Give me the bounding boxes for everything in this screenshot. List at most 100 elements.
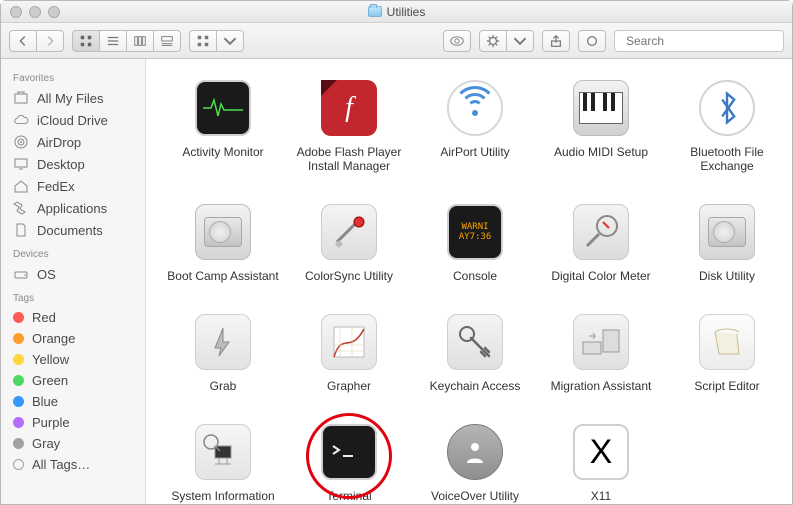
sidebar-header-favorites: Favorites — [1, 65, 145, 87]
tag-orange[interactable]: Orange — [1, 328, 145, 349]
app-label: Disk Utility — [699, 269, 755, 283]
sidebar-header-tags: Tags — [1, 285, 145, 307]
app-item-grab[interactable]: Grab — [164, 311, 282, 393]
sidebar-item-airdrop[interactable]: AirDrop — [1, 131, 145, 153]
app-label: Bluetooth File Exchange — [671, 145, 783, 173]
tag-dot-icon — [13, 396, 24, 407]
action-group — [479, 30, 534, 52]
app-icon — [444, 77, 506, 139]
sidebar-item-icloud[interactable]: iCloud Drive — [1, 109, 145, 131]
forward-button[interactable] — [37, 30, 64, 52]
tag-blue[interactable]: Blue — [1, 391, 145, 412]
app-item-flash[interactable]: fAdobe Flash Player Install Manager — [290, 77, 408, 173]
sidebar-item-applications[interactable]: Applications — [1, 197, 145, 219]
arrange-button[interactable] — [189, 30, 217, 52]
tag-dot-icon — [13, 459, 24, 470]
cloud-icon — [13, 112, 29, 128]
tag-yellow[interactable]: Yellow — [1, 349, 145, 370]
app-item-keychain[interactable]: Keychain Access — [416, 311, 534, 393]
sidebar-item-os[interactable]: OS — [1, 263, 145, 285]
sidebar-item-label: Documents — [37, 223, 103, 238]
nav-group — [9, 30, 64, 52]
search-field[interactable] — [614, 30, 784, 52]
app-icon — [570, 201, 632, 263]
coverflow-view-button[interactable] — [154, 30, 181, 52]
toolbar — [1, 23, 792, 59]
app-icon — [444, 421, 506, 483]
app-item-grapher[interactable]: Grapher — [290, 311, 408, 393]
app-icon — [318, 421, 380, 483]
share-button[interactable] — [542, 30, 570, 52]
disk-icon — [13, 266, 29, 282]
home-icon — [13, 178, 29, 194]
tag-dot-icon — [13, 417, 24, 428]
arrange-group — [189, 30, 244, 52]
app-item-x11[interactable]: XX11 — [542, 421, 660, 503]
sidebar-item-label: Desktop — [37, 157, 85, 172]
app-item-midi[interactable]: Audio MIDI Setup — [542, 77, 660, 173]
app-icon — [192, 201, 254, 263]
tag-red[interactable]: Red — [1, 307, 145, 328]
applications-icon — [13, 200, 29, 216]
app-label: ColorSync Utility — [305, 269, 393, 283]
app-item-disk-util[interactable]: Disk Utility — [668, 201, 786, 283]
column-view-button[interactable] — [127, 30, 154, 52]
app-label: Digital Color Meter — [551, 269, 650, 283]
app-item-sysinfo[interactable]: System Information — [164, 421, 282, 503]
tag-green[interactable]: Green — [1, 370, 145, 391]
tag-purple[interactable]: Purple — [1, 412, 145, 433]
tag-all[interactable]: All Tags… — [1, 454, 145, 475]
icon-view-button[interactable] — [72, 30, 100, 52]
app-item-script[interactable]: Script Editor — [668, 311, 786, 393]
app-label: Boot Camp Assistant — [167, 269, 278, 283]
app-label: Console — [453, 269, 497, 283]
app-label: Migration Assistant — [551, 379, 652, 393]
app-label: Script Editor — [694, 379, 759, 393]
tag-label: Purple — [32, 415, 70, 430]
tag-label: Blue — [32, 394, 58, 409]
back-button[interactable] — [9, 30, 37, 52]
app-item-voiceover[interactable]: VoiceOver Utility — [416, 421, 534, 503]
app-label: Keychain Access — [430, 379, 521, 393]
action-menu-button[interactable] — [507, 30, 534, 52]
app-item-colorsync[interactable]: ColorSync Utility — [290, 201, 408, 283]
app-item-migration[interactable]: Migration Assistant — [542, 311, 660, 393]
sidebar-item-desktop[interactable]: Desktop — [1, 153, 145, 175]
app-item-activity[interactable]: Activity Monitor — [164, 77, 282, 173]
app-icon — [318, 201, 380, 263]
sidebar-item-label: OS — [37, 267, 56, 282]
tag-dot-icon — [13, 312, 24, 323]
tags-button[interactable] — [578, 30, 606, 52]
sidebar: Favorites All My Files iCloud Drive AirD… — [1, 59, 146, 504]
close-button[interactable] — [10, 6, 22, 18]
search-input[interactable] — [626, 34, 781, 48]
sidebar-item-label: iCloud Drive — [37, 113, 108, 128]
arrange-menu-button[interactable] — [217, 30, 244, 52]
app-label: Audio MIDI Setup — [554, 145, 648, 159]
app-item-airport[interactable]: AirPort Utility — [416, 77, 534, 173]
tag-gray[interactable]: Gray — [1, 433, 145, 454]
minimize-button[interactable] — [29, 6, 41, 18]
app-item-bluetooth[interactable]: Bluetooth File Exchange — [668, 77, 786, 173]
tag-dot-icon — [13, 354, 24, 365]
sidebar-item-label: All My Files — [37, 91, 103, 106]
app-icon — [318, 311, 380, 373]
app-icon — [192, 421, 254, 483]
app-icon — [696, 311, 758, 373]
sidebar-item-documents[interactable]: Documents — [1, 219, 145, 241]
zoom-button[interactable] — [48, 6, 60, 18]
desktop-icon — [13, 156, 29, 172]
quicklook-button[interactable] — [443, 30, 471, 52]
app-item-terminal[interactable]: Terminal — [290, 421, 408, 503]
app-item-bootcamp[interactable]: Boot Camp Assistant — [164, 201, 282, 283]
sidebar-item-all-my-files[interactable]: All My Files — [1, 87, 145, 109]
list-view-button[interactable] — [100, 30, 127, 52]
tag-label: Orange — [32, 331, 75, 346]
app-item-dcm[interactable]: Digital Color Meter — [542, 201, 660, 283]
app-icon — [696, 77, 758, 139]
app-label: AirPort Utility — [440, 145, 509, 159]
app-item-console[interactable]: WARNI AY7:36Console — [416, 201, 534, 283]
sidebar-item-home[interactable]: FedEx — [1, 175, 145, 197]
action-button[interactable] — [479, 30, 507, 52]
tag-dot-icon — [13, 375, 24, 386]
